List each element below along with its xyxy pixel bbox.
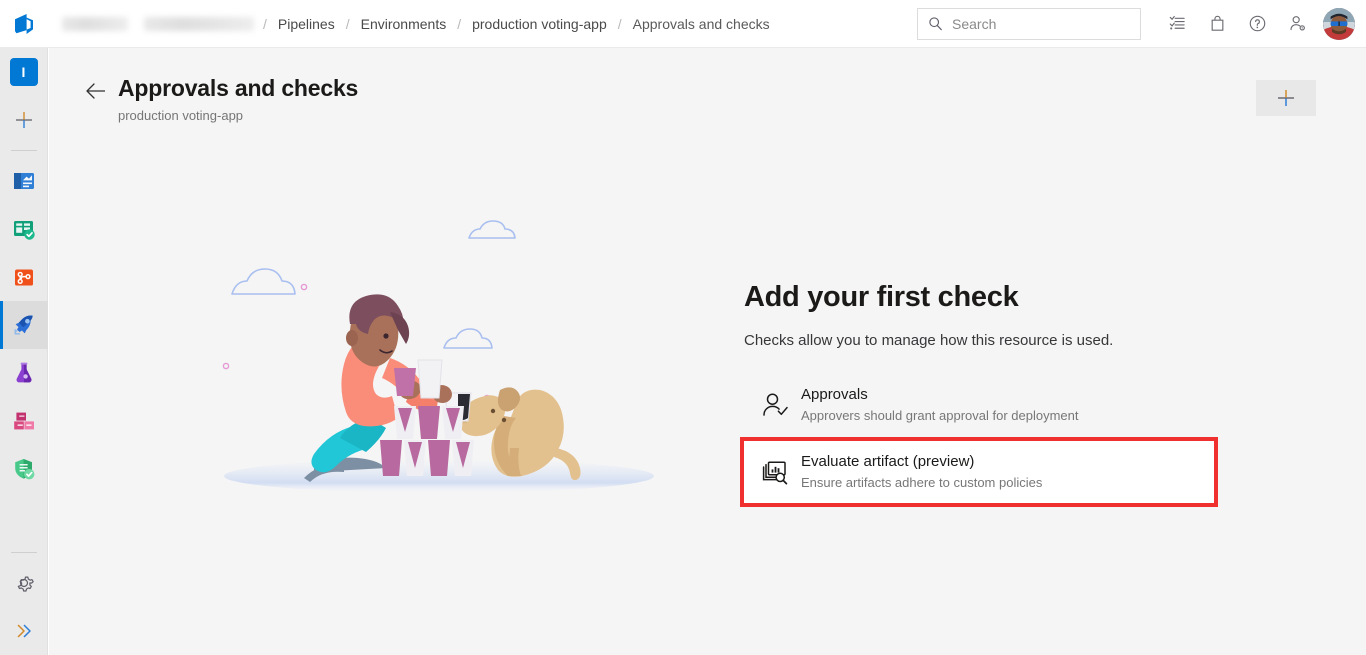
breadcrumb-production-voting-app[interactable]: production voting-app: [470, 14, 609, 34]
marketplace-bag-icon[interactable]: [1197, 4, 1237, 44]
breadcrumb-environments[interactable]: Environments: [359, 14, 449, 34]
project-settings-button[interactable]: [0, 559, 48, 607]
sidebar-item-artifacts[interactable]: [0, 397, 48, 445]
breadcrumb-separator: /: [617, 15, 622, 32]
project-avatar-letter: I: [9, 58, 38, 86]
check-option-description: Ensure artifacts adhere to custom polici…: [801, 475, 1043, 490]
check-option-approvals[interactable]: Approvals Approvers should grant approva…: [744, 375, 1214, 435]
evaluate-artifact-icon: [753, 458, 797, 486]
boards-icon: [13, 221, 35, 240]
breadcrumb: / Pipelines / Environments / production …: [48, 0, 772, 48]
test-plans-flask-icon: [16, 362, 31, 383]
empty-state-heading: Add your first check: [744, 281, 1019, 313]
pipelines-rocket-icon: [14, 315, 33, 335]
rail-divider: [10, 150, 37, 151]
organization-name-redacted[interactable]: [62, 16, 128, 31]
avatar[interactable]: [1323, 7, 1355, 40]
back-arrow-icon[interactable]: [83, 78, 109, 104]
expand-rail-button[interactable]: [0, 607, 48, 655]
search-box[interactable]: [917, 7, 1141, 40]
empty-state-panel: Add your first check Checks allow you to…: [740, 280, 1218, 507]
breadcrumb-approvals-and-checks[interactable]: Approvals and checks: [631, 14, 772, 34]
page-subtitle: production voting-app: [118, 108, 244, 123]
check-option-text: Approvals Approvers should grant approva…: [797, 385, 1079, 425]
check-option-title: Evaluate artifact (preview): [801, 453, 975, 470]
page-header: Approvals and checks production voting-a…: [49, 48, 1366, 123]
left-rail: I: [0, 48, 48, 655]
breadcrumb-separator: /: [457, 15, 462, 32]
security-shield-icon: [14, 459, 34, 480]
empty-state-description: Checks allow you to manage how this reso…: [744, 332, 1114, 349]
breadcrumb-separator: /: [345, 15, 350, 32]
check-option-evaluate-artifact[interactable]: Evaluate artifact (preview) Ensure artif…: [740, 437, 1218, 507]
project-name-redacted[interactable]: [144, 16, 254, 31]
user-settings-icon[interactable]: [1277, 4, 1317, 44]
artifacts-boxes-icon: [13, 412, 34, 430]
azure-devops-logo[interactable]: [0, 0, 48, 48]
check-option-description: Approvers should grant approval for depl…: [801, 408, 1079, 423]
repos-icon: [14, 269, 33, 286]
search-icon: [926, 16, 944, 31]
add-check-button[interactable]: [1256, 80, 1316, 116]
plus-icon: [15, 112, 32, 128]
sidebar-item-boards[interactable]: [0, 205, 48, 253]
breadcrumb-separator: /: [263, 15, 267, 32]
check-option-title: Approvals: [801, 386, 868, 403]
breadcrumb-pipelines[interactable]: Pipelines: [276, 14, 337, 34]
sidebar-item-repos[interactable]: [0, 253, 48, 301]
header-actions: [917, 0, 1366, 48]
task-list-icon[interactable]: [1157, 4, 1197, 44]
sidebar-item-overview[interactable]: [0, 157, 48, 205]
empty-state: Add your first check Checks allow you to…: [49, 188, 1366, 548]
sidebar-item-test-plans[interactable]: [0, 349, 48, 397]
check-options-list: Approvals Approvers should grant approva…: [740, 375, 1218, 507]
gear-icon: [17, 576, 34, 592]
app-root: / Pipelines / Environments / production …: [0, 0, 1366, 655]
top-header: / Pipelines / Environments / production …: [0, 0, 1366, 48]
overview-icon: [13, 173, 34, 189]
main-content: Approvals and checks production voting-a…: [49, 48, 1366, 655]
rail-divider-bottom: [10, 552, 37, 553]
search-input[interactable]: [944, 15, 1132, 32]
sidebar-item-pipelines[interactable]: [0, 301, 48, 349]
plus-icon: [1278, 90, 1294, 106]
new-item-button[interactable]: [0, 96, 48, 144]
sidebar-item-security[interactable]: [0, 445, 48, 493]
page-title: Approvals and checks: [118, 75, 359, 101]
person-check-icon: [753, 391, 797, 419]
help-question-icon[interactable]: [1237, 4, 1277, 44]
check-option-text: Evaluate artifact (preview) Ensure artif…: [797, 452, 1042, 492]
project-avatar[interactable]: I: [0, 48, 48, 96]
double-chevron-right-icon: [17, 624, 31, 638]
person-stacking-cups-with-dog-illustration: [204, 208, 674, 508]
